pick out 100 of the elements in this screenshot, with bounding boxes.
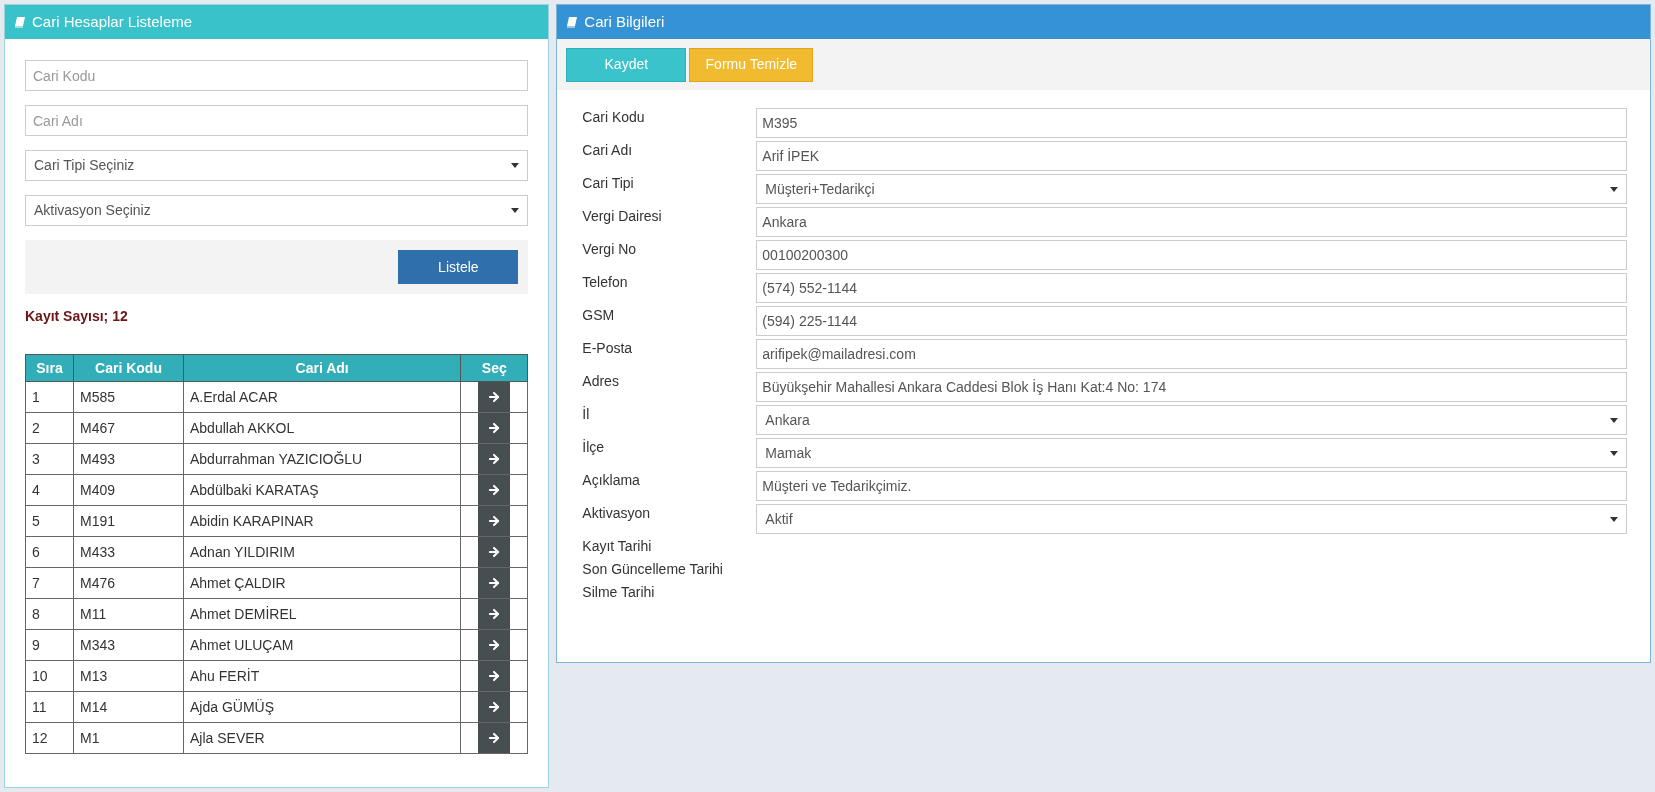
column-header: Sıra bbox=[25, 354, 74, 382]
field-label: İlçe bbox=[582, 438, 606, 456]
caret-icon bbox=[511, 163, 520, 168]
select-button[interactable] bbox=[478, 382, 511, 412]
input-field[interactable]: Cari Adı bbox=[25, 105, 529, 136]
arrow-right-icon bbox=[487, 700, 502, 714]
column-header: Cari Kodu bbox=[73, 354, 184, 382]
table-cell: 2 bbox=[25, 412, 74, 444]
select-button[interactable] bbox=[478, 444, 511, 474]
table-cell: 11 bbox=[25, 691, 74, 723]
table-cell: M13 bbox=[73, 660, 184, 692]
table-cell: Ahmet DEMİREL bbox=[183, 598, 461, 630]
arrow-right-icon bbox=[487, 514, 502, 528]
table-cell: 9 bbox=[25, 629, 74, 661]
table-cell: M476 bbox=[73, 567, 184, 599]
caret-icon bbox=[1610, 186, 1618, 192]
input-field[interactable]: M395 bbox=[756, 108, 1627, 138]
field-label: Aktivasyon bbox=[582, 504, 652, 522]
input-field[interactable]: (574) 552-1144 bbox=[756, 273, 1627, 303]
select-button[interactable] bbox=[478, 537, 511, 567]
table-cell: Abdurrahman YAZICIOĞLU bbox=[183, 443, 461, 475]
panel-title: Cari Bilgileri bbox=[584, 11, 665, 32]
field-label: Cari Adı bbox=[582, 141, 634, 159]
input-field[interactable]: Büyükşehir Mahallesi Ankara Caddesi Blok İş Hanı Kat:4 No: 174 bbox=[756, 372, 1627, 402]
field-label: Son Güncelleme Tarihi bbox=[582, 560, 724, 579]
field-label: Vergi No bbox=[582, 240, 638, 258]
table-cell: 4 bbox=[25, 474, 74, 506]
table-cell: Abdülbaki KARATAŞ bbox=[183, 474, 461, 506]
book-icon bbox=[14, 16, 26, 28]
arrow-right-icon bbox=[487, 669, 502, 683]
dropdown[interactable]: Cari Tipi Seçiniz bbox=[25, 150, 529, 181]
table-cell: M409 bbox=[73, 474, 184, 506]
field-label: Vergi Dairesi bbox=[582, 207, 663, 225]
field-label: Cari Kodu bbox=[582, 108, 646, 126]
field-label: Silme Tarihi bbox=[582, 583, 656, 602]
arrow-right-icon bbox=[487, 421, 502, 435]
select-button[interactable] bbox=[478, 599, 511, 629]
list-button[interactable]: Listele bbox=[398, 250, 519, 284]
table-cell: Ajda GÜMÜŞ bbox=[183, 691, 461, 723]
select-button[interactable] bbox=[478, 506, 511, 536]
book-icon bbox=[566, 16, 579, 28]
table-cell: Ajla SEVER bbox=[183, 722, 461, 754]
dropdown[interactable]: Aktivasyon Seçiniz bbox=[25, 195, 529, 226]
select-button[interactable] bbox=[478, 413, 511, 443]
field-label: E-Posta bbox=[582, 339, 634, 357]
arrow-right-icon bbox=[487, 483, 502, 497]
table-cell: M191 bbox=[73, 505, 184, 537]
input-field[interactable]: (594) 225-1144 bbox=[756, 306, 1627, 336]
table-cell: M11 bbox=[73, 598, 184, 630]
input-field[interactable]: 00100200300 bbox=[756, 240, 1627, 270]
dropdown[interactable]: Ankara bbox=[756, 405, 1627, 435]
arrow-right-icon bbox=[487, 452, 502, 466]
field-label: Telefon bbox=[582, 273, 629, 291]
select-button[interactable] bbox=[478, 475, 511, 505]
table-cell: M467 bbox=[73, 412, 184, 444]
arrow-right-icon bbox=[487, 638, 502, 652]
table-cell: 6 bbox=[25, 536, 74, 568]
caret-icon bbox=[1610, 450, 1618, 456]
input-field[interactable]: Cari Kodu bbox=[25, 60, 529, 91]
record-count: Kayıt Sayısı; 12 bbox=[25, 307, 129, 326]
dropdown[interactable]: Mamak bbox=[756, 438, 1627, 468]
arrow-right-icon bbox=[487, 390, 502, 404]
field-label: Açıklama bbox=[582, 471, 641, 489]
input-field[interactable]: Ankara bbox=[756, 207, 1627, 237]
table-cell: Abdullah AKKOL bbox=[183, 412, 461, 444]
table-cell: 8 bbox=[25, 598, 74, 630]
table-cell: M1 bbox=[73, 722, 184, 754]
input-field[interactable]: arifipek@mailadresi.com bbox=[756, 339, 1627, 369]
select-button[interactable] bbox=[478, 568, 511, 598]
field-label: Kayıt Tarihi bbox=[582, 537, 653, 556]
select-button[interactable] bbox=[478, 630, 511, 660]
table-cell: Ahmet ÇALDIR bbox=[183, 567, 461, 599]
table-cell: Ahmet ULUÇAM bbox=[183, 629, 461, 661]
select-button[interactable] bbox=[478, 723, 511, 753]
arrow-right-icon bbox=[487, 731, 502, 745]
table-cell: 5 bbox=[25, 505, 74, 537]
table-cell: M493 bbox=[73, 443, 184, 475]
select-button[interactable] bbox=[478, 661, 511, 691]
caret-icon bbox=[1610, 516, 1618, 522]
table-cell: Ahu FERİT bbox=[183, 660, 461, 692]
arrow-right-icon bbox=[487, 607, 502, 621]
table-cell: M585 bbox=[73, 381, 184, 413]
table-cell: 1 bbox=[25, 381, 74, 413]
input-field[interactable]: Arif İPEK bbox=[756, 141, 1627, 171]
dropdown[interactable]: Müşteri+Tedarikçi bbox=[756, 174, 1627, 204]
table-cell: M343 bbox=[73, 629, 184, 661]
table-cell: M433 bbox=[73, 536, 184, 568]
field-label: İl bbox=[582, 405, 591, 423]
select-button[interactable] bbox=[478, 692, 511, 722]
table-cell: 10 bbox=[25, 660, 74, 692]
input-field[interactable]: Müşteri ve Tedarikçimiz. bbox=[756, 471, 1627, 501]
caret-icon bbox=[1610, 417, 1618, 423]
table-cell: Adnan YILDIRIM bbox=[183, 536, 461, 568]
table-cell: 7 bbox=[25, 567, 74, 599]
field-label: GSM bbox=[582, 306, 616, 324]
table-cell: 12 bbox=[25, 722, 74, 754]
table-cell: A.Erdal ACAR bbox=[183, 381, 461, 413]
table-cell: 3 bbox=[25, 443, 74, 475]
dropdown[interactable]: Aktif bbox=[756, 504, 1627, 534]
arrow-right-icon bbox=[487, 545, 502, 559]
